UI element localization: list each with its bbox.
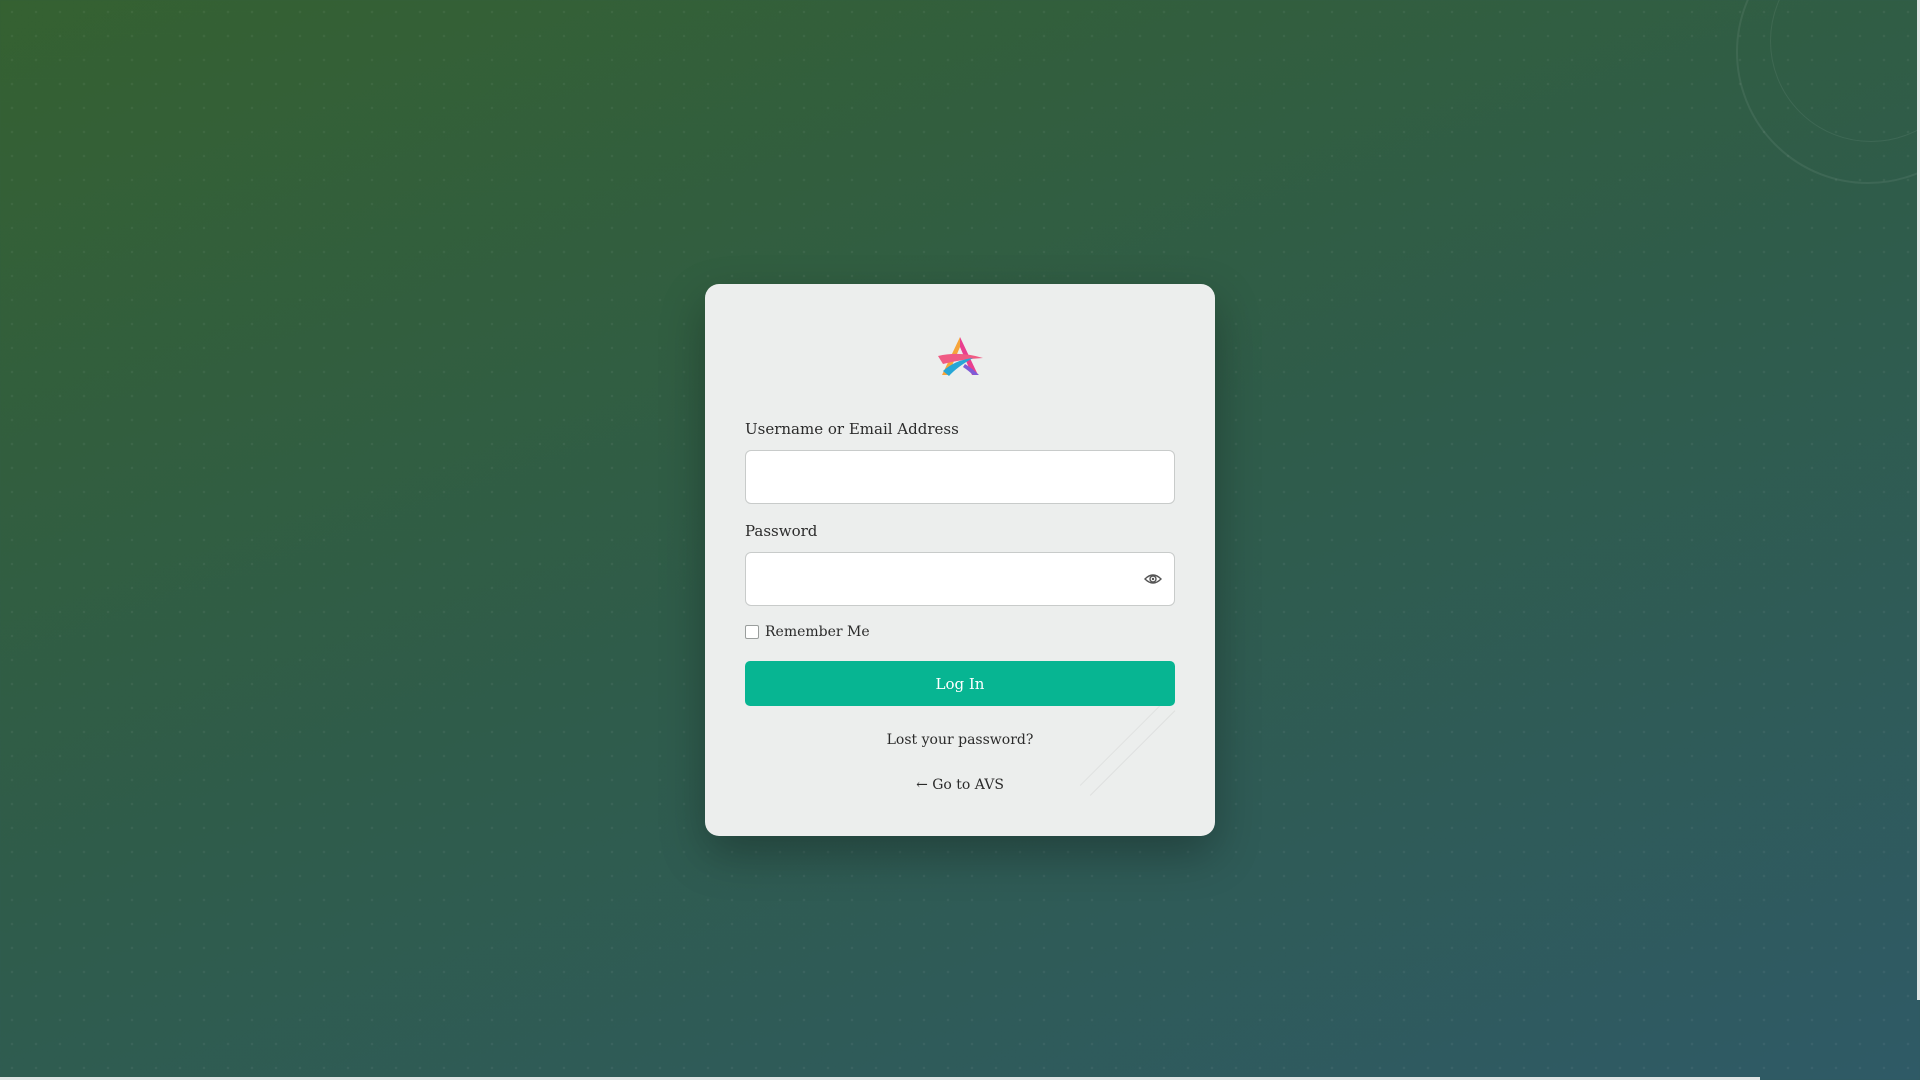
login-card: Username or Email Address Password Remem… bbox=[705, 284, 1215, 836]
eye-icon[interactable] bbox=[1139, 565, 1167, 593]
password-label: Password bbox=[745, 522, 818, 540]
remember-me-label: Remember Me bbox=[765, 624, 870, 640]
site-logo-icon[interactable] bbox=[935, 334, 985, 380]
login-button[interactable]: Log In bbox=[745, 661, 1175, 706]
lost-password-link[interactable]: Lost your password? bbox=[705, 732, 1215, 748]
back-to-site-link[interactable]: ← Go to AVS bbox=[705, 777, 1215, 793]
username-input[interactable] bbox=[745, 450, 1175, 504]
remember-me-checkbox[interactable] bbox=[745, 625, 759, 639]
card-decoration bbox=[1079, 700, 1215, 836]
password-input[interactable] bbox=[745, 552, 1175, 606]
username-label: Username or Email Address bbox=[745, 420, 959, 438]
remember-me: Remember Me bbox=[745, 624, 870, 640]
